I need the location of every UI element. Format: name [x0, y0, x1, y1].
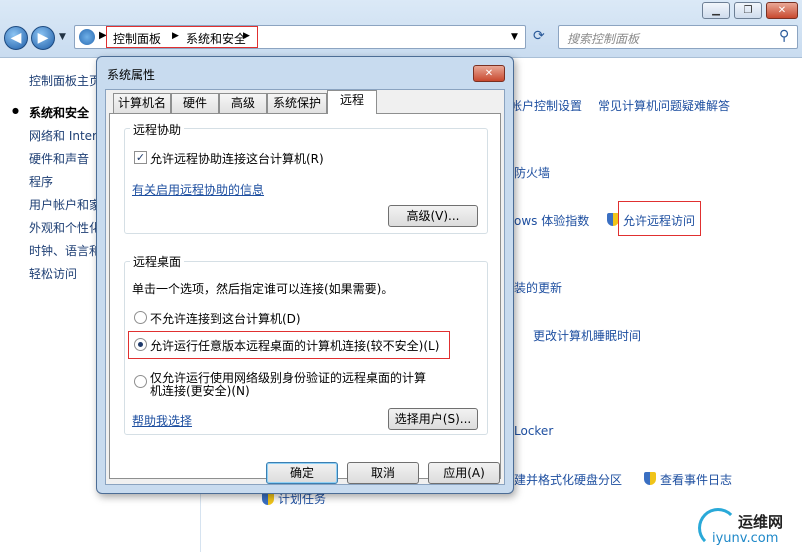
- forward-arrow-icon[interactable]: ▶: [31, 26, 55, 50]
- link-bitlocker[interactable]: Locker: [514, 424, 553, 438]
- radio-allow-nla-label-2[interactable]: 机连接(更安全)(N): [150, 385, 250, 397]
- nav-system-security: 系统和安全: [29, 106, 90, 120]
- nav-control-panel-home[interactable]: 控制面板主页: [29, 72, 97, 89]
- link-uac[interactable]: 更改用户帐户控制设置: [504, 97, 582, 114]
- control-panel-icon: [79, 29, 95, 45]
- link-allow-remote[interactable]: 允许远程访问: [623, 212, 695, 229]
- cancel-button[interactable]: 取消: [347, 462, 419, 484]
- select-users-button[interactable]: 选择用户(S)...: [388, 408, 478, 430]
- link-troubleshoot[interactable]: 常见计算机问题疑难解答: [598, 97, 730, 114]
- back-arrow-icon[interactable]: ◀: [4, 26, 28, 50]
- tab-hardware[interactable]: 硬件: [171, 93, 219, 113]
- nav-user-accounts[interactable]: 用户帐户和家庭安全: [29, 196, 96, 213]
- breadcrumb-separator-icon: ▶: [172, 31, 179, 41]
- search-placeholder: 搜索控制面板: [567, 32, 640, 46]
- dialog-title: 系统属性: [107, 68, 156, 82]
- apply-button[interactable]: 应用(A): [428, 462, 500, 484]
- advanced-button[interactable]: 高级(V)...: [388, 205, 478, 227]
- window-close-button[interactable]: ✕: [766, 2, 798, 19]
- radio-disallow-label[interactable]: 不允许连接到这台计算机(D): [150, 310, 301, 327]
- radio-allow-any[interactable]: [134, 338, 147, 351]
- link-event-log[interactable]: 查看事件日志: [660, 471, 732, 488]
- nav-clock-language[interactable]: 时钟、语言和区域: [29, 242, 96, 259]
- current-bullet-icon: ●: [12, 106, 19, 115]
- link-sleep[interactable]: 更改计算机睡眠时间: [533, 327, 641, 344]
- search-icon[interactable]: ⚲: [779, 28, 789, 44]
- address-dropdown-icon[interactable]: ▼: [511, 32, 518, 42]
- recent-pages-icon[interactable]: ▼: [59, 32, 66, 42]
- nav-ease-of-access[interactable]: 轻松访问: [29, 265, 96, 282]
- tab-remote[interactable]: 远程: [327, 90, 377, 114]
- link-partition[interactable]: 建并格式化硬盘分区: [514, 471, 622, 488]
- link-updates[interactable]: 装的更新: [514, 279, 562, 296]
- search-input[interactable]: 搜索控制面板 ⚲: [558, 25, 798, 49]
- crumb-control-panel[interactable]: 控制面板: [113, 30, 161, 47]
- nav-programs[interactable]: 程序: [29, 173, 96, 190]
- allow-assistance-label[interactable]: 允许远程协助连接这台计算机(R): [150, 150, 324, 167]
- tab-computer-name[interactable]: 计算机名: [113, 93, 171, 113]
- remote-desktop-title: 远程桌面: [130, 253, 185, 270]
- assistance-info-link[interactable]: 有关启用远程协助的信息: [132, 181, 264, 198]
- nav-appearance[interactable]: 外观和个性化: [29, 219, 96, 236]
- ok-button[interactable]: 确定: [266, 462, 338, 484]
- nav-hardware-sound[interactable]: 硬件和声音: [29, 150, 96, 167]
- tab-system-protection[interactable]: 系统保护: [267, 93, 327, 113]
- radio-allow-nla-label[interactable]: 仅允许运行使用网络级别身份验证的远程桌面的计算: [150, 372, 426, 384]
- minimize-button[interactable]: ▁: [702, 2, 730, 19]
- maximize-button[interactable]: ❐: [734, 2, 762, 19]
- link-firewall[interactable]: 防火墙: [514, 164, 550, 181]
- watermark-name: 运维网: [738, 513, 784, 531]
- radio-disallow[interactable]: [134, 311, 147, 324]
- radio-allow-any-label[interactable]: 允许运行任意版本远程桌面的计算机连接(较不安全)(L): [150, 337, 439, 354]
- refresh-icon[interactable]: ⟳: [533, 28, 545, 44]
- address-bar[interactable]: ▶ 控制面板 ▶ 系统和安全 ▶ ▼: [74, 25, 526, 49]
- link-wei[interactable]: ows 体验指数: [514, 212, 589, 229]
- system-properties-dialog: 系统属性 ✕ 计算机名 硬件 高级 系统保护 远程 远程协助 ✓ 允许远程协助连…: [96, 56, 514, 494]
- radio-allow-nla[interactable]: [134, 375, 147, 388]
- breadcrumb-separator-icon: ▶: [243, 31, 250, 41]
- tab-advanced[interactable]: 高级: [219, 93, 267, 113]
- remote-tab-page: 远程协助 ✓ 允许远程协助连接这台计算机(R) 有关启用远程协助的信息 高级(V…: [109, 113, 501, 479]
- dialog-close-button[interactable]: ✕: [473, 65, 505, 82]
- help-me-choose-link[interactable]: 帮助我选择: [132, 412, 192, 429]
- crumb-system-security[interactable]: 系统和安全: [186, 30, 246, 47]
- uac-shield-icon: [644, 472, 656, 485]
- nav-network[interactable]: 网络和 Internet: [29, 127, 96, 144]
- watermark-url: iyunv.com: [712, 531, 779, 546]
- allow-assistance-checkbox[interactable]: ✓: [134, 151, 147, 164]
- instruction-text: 单击一个选项，然后指定谁可以连接(如果需要)。: [132, 282, 394, 296]
- remote-assistance-title: 远程协助: [130, 121, 185, 138]
